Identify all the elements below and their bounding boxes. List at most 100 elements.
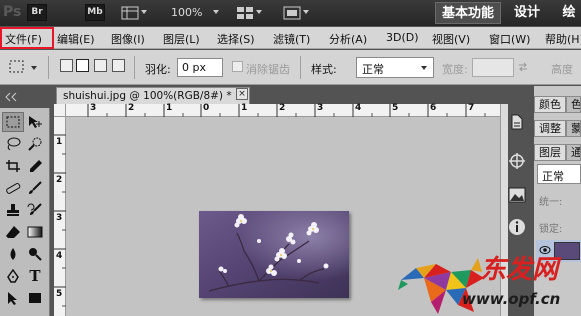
chevron-down-icon[interactable] (213, 10, 219, 14)
menu-analysis[interactable]: 分析(A) (329, 31, 367, 47)
pen-tool[interactable] (2, 266, 24, 286)
bridge-button[interactable]: Br (27, 4, 47, 21)
history-brush-tool[interactable] (24, 200, 46, 220)
add-to-selection-icon[interactable] (76, 59, 89, 72)
application-bar: Ps Br Mb 100% 基本功能 设计 绘 (0, 0, 581, 26)
menu-select[interactable]: 选择(S) (217, 31, 255, 47)
gradient-tool[interactable] (24, 222, 46, 242)
lasso-tool[interactable] (2, 134, 24, 154)
eyedropper-tool[interactable] (24, 156, 46, 176)
tab-layers[interactable]: 图层 (534, 144, 566, 161)
menu-3d[interactable]: 3D(D) (386, 31, 419, 44)
options-bar: 羽化: 消除锯齿 样式: 正常 宽度: 高度 (0, 50, 581, 85)
chevron-down-icon[interactable] (256, 10, 262, 14)
menu-help[interactable]: 帮助(H) (545, 31, 581, 47)
screen-mode-icon[interactable] (283, 6, 301, 20)
file-menu-highlight (0, 27, 54, 49)
history-brush-icon (27, 203, 42, 215)
history-icon (511, 114, 523, 130)
path-selection-tool[interactable] (2, 288, 24, 308)
quick-selection-tool[interactable] (24, 134, 46, 154)
collapse-icon[interactable] (3, 92, 19, 102)
zoom-level[interactable]: 100% (171, 6, 202, 19)
separator (134, 56, 135, 79)
ruler-origin[interactable] (54, 104, 66, 117)
history-panel-button[interactable] (503, 109, 531, 135)
move-icon (29, 116, 42, 128)
tab-channels[interactable]: 通 (566, 144, 581, 161)
menu-image[interactable]: 图像(I) (111, 31, 145, 47)
move-tool[interactable] (24, 112, 46, 132)
lasso-icon (7, 137, 21, 151)
watermark-url: www.opf.cn (462, 290, 561, 308)
menu-view[interactable]: 视图(V) (432, 31, 470, 47)
menu-edit[interactable]: 编辑(E) (57, 31, 95, 47)
antialias-checkbox[interactable] (232, 61, 243, 72)
intersect-selection-icon[interactable] (112, 59, 125, 72)
feather-label: 羽化: (145, 63, 171, 76)
workspace-essentials-button[interactable]: 基本功能 (435, 2, 501, 24)
pen-icon (7, 269, 19, 283)
tab-masks[interactable]: 蒙 (566, 120, 581, 137)
view-extras-icon[interactable] (121, 6, 139, 20)
chevron-down-icon[interactable] (31, 66, 37, 70)
menu-bar: 文件(F) 编辑(E) 图像(I) 图层(L) 选择(S) 滤镜(T) 分析(A… (0, 27, 581, 49)
tab-swatches[interactable]: 色 (566, 96, 581, 113)
arrange-documents-icon[interactable] (236, 6, 254, 20)
tools-panel-header (0, 86, 50, 108)
shape-tool[interactable] (24, 288, 46, 308)
blend-mode-select[interactable]: 正常 (537, 164, 581, 184)
blend-mode-value: 正常 (542, 170, 564, 183)
stamp-icon (7, 204, 19, 216)
menu-layer[interactable]: 图层(L) (163, 31, 200, 47)
separator (48, 56, 49, 79)
chevron-down-icon[interactable] (141, 10, 147, 14)
width-input[interactable] (472, 58, 514, 77)
ruler-ticks (54, 134, 66, 307)
workspace-design-button[interactable]: 设计 (510, 2, 544, 24)
histogram-panel-button[interactable] (503, 182, 531, 208)
horizontal-ruler[interactable]: 3 2 1 0 1 2 3 4 5 6 7 (66, 103, 500, 117)
tab-adjustments[interactable]: 调整 (534, 120, 566, 137)
brush-tool[interactable] (24, 178, 46, 198)
rectangular-marquee-tool[interactable] (2, 112, 24, 132)
navigator-panel-button[interactable] (503, 148, 531, 174)
chevron-down-icon (421, 66, 427, 70)
subtract-selection-icon[interactable] (94, 59, 107, 72)
rectangle-shape-icon (29, 293, 41, 303)
type-icon: T (29, 267, 41, 285)
chevron-down-icon[interactable] (303, 10, 309, 14)
feather-input[interactable] (177, 58, 223, 77)
document-title: shuishui.jpg @ 100%(RGB/8#) * (63, 90, 232, 102)
marquee-preset-icon[interactable] (8, 59, 26, 75)
new-selection-icon[interactable] (60, 59, 73, 72)
menu-window[interactable]: 窗口(W) (489, 31, 530, 47)
close-document-button[interactable]: × (236, 88, 248, 100)
document-image[interactable] (199, 211, 349, 298)
marquee-icon (6, 116, 20, 128)
tab-color[interactable]: 颜色 (534, 96, 566, 113)
eraser-tool[interactable] (2, 222, 24, 242)
dodge-tool[interactable] (24, 244, 46, 264)
style-select[interactable]: 正常 (356, 57, 434, 78)
document-tab[interactable]: shuishui.jpg @ 100%(RGB/8#) * (56, 87, 250, 104)
style-label: 样式: (311, 63, 337, 76)
separator (300, 56, 301, 79)
eraser-icon (6, 226, 20, 238)
minibridge-button[interactable]: Mb (85, 4, 105, 21)
crop-tool[interactable] (2, 156, 24, 176)
swap-icon[interactable] (518, 62, 528, 72)
type-tool[interactable]: T (24, 266, 46, 286)
brush-icon (29, 181, 42, 194)
unify-label: 统一: (539, 197, 563, 208)
clone-stamp-tool[interactable] (2, 200, 24, 220)
menu-filter[interactable]: 滤镜(T) (273, 31, 310, 47)
vertical-ruler[interactable]: 1 2 3 4 5 (54, 117, 66, 316)
blur-tool[interactable] (2, 244, 24, 264)
quick-selection-icon (28, 137, 42, 151)
healing-brush-tool[interactable] (2, 178, 24, 198)
ruler-ticks (87, 104, 486, 117)
workspace-painting-button[interactable]: 绘 (557, 2, 581, 24)
antialias-label: 消除锯齿 (246, 63, 290, 76)
info-panel-button[interactable] (503, 214, 531, 240)
